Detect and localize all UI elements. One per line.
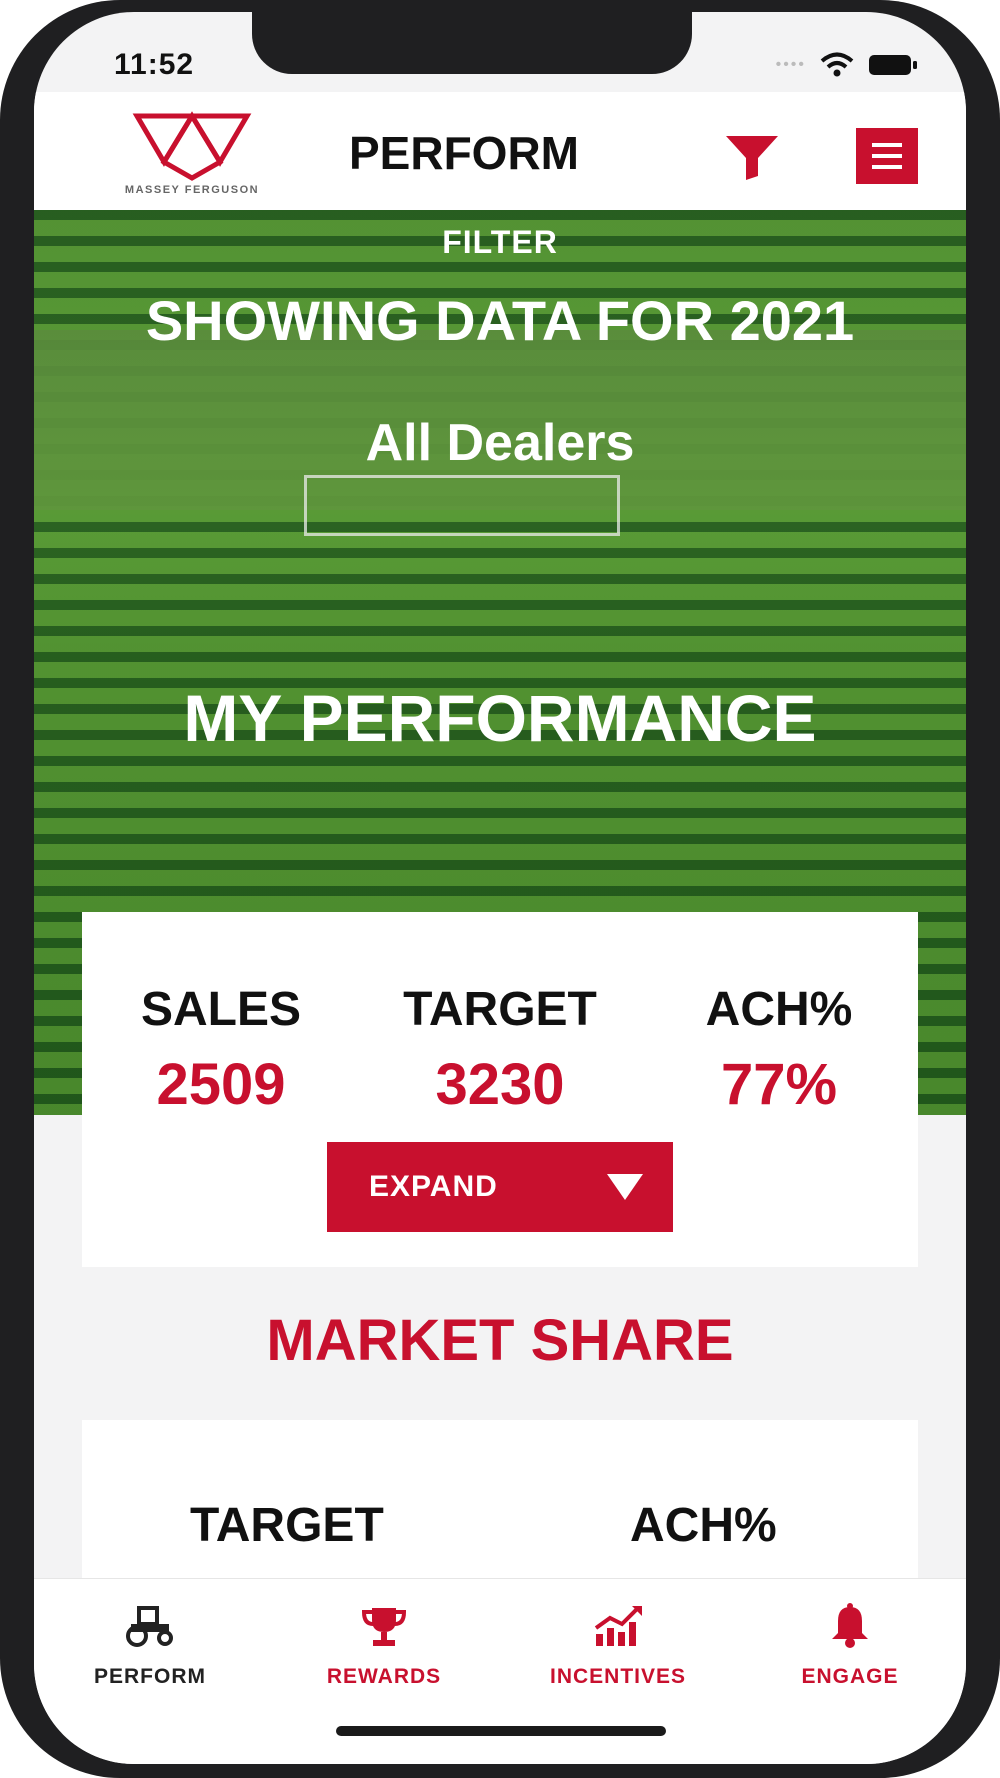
hamburger-line — [872, 154, 902, 158]
expand-button[interactable]: EXPAND — [327, 1142, 673, 1232]
tab-label: PERFORM — [94, 1665, 206, 1688]
stat-target: TARGET 3230 — [361, 982, 639, 1118]
tractor-icon — [126, 1606, 173, 1647]
stat-label: SALES — [140, 983, 302, 1036]
tab-incentives[interactable]: INCENTIVES — [518, 1601, 718, 1689]
trophy-icon — [361, 1608, 407, 1646]
chart-up-icon — [594, 1606, 642, 1646]
tab-label: ENGAGE — [801, 1665, 899, 1688]
tab-perform[interactable]: PERFORM — [50, 1601, 250, 1689]
market-share-ach-label: ACH% — [630, 1499, 777, 1552]
performance-card: SALES 2509 TARGET 3230 ACH% 77% EXPAND — [82, 912, 918, 1267]
tab-label: INCENTIVES — [549, 1665, 687, 1688]
funnel-icon — [726, 136, 778, 180]
filter-link[interactable]: FILTER — [34, 224, 966, 261]
hamburger-line — [872, 143, 902, 147]
status-time: 11:52 — [114, 48, 195, 81]
stat-value: 3230 — [435, 1052, 565, 1117]
home-indicator[interactable] — [336, 1726, 666, 1736]
tab-engage[interactable]: ENGAGE — [750, 1601, 950, 1689]
status-icons: •••• — [776, 52, 918, 78]
battery-icon — [869, 55, 917, 75]
phone-frame: 11:52 •••• MASSEY FERGUSON PERFORM FILTE… — [0, 0, 1000, 1778]
brand-logo: MASSEY FERGUSON — [92, 110, 292, 200]
my-performance-heading: MY PERFORMANCE — [183, 681, 817, 755]
app-screen: 11:52 •••• MASSEY FERGUSON PERFORM FILTE… — [34, 12, 966, 1764]
market-share-heading: MARKET SHARE — [266, 1308, 734, 1373]
stat-value: 77% — [720, 1052, 838, 1117]
stat-value: 2509 — [156, 1052, 286, 1117]
stat-label: ACH% — [705, 983, 853, 1036]
chevron-down-icon — [607, 1174, 643, 1200]
market-share-card: TARGET ACH% — [82, 1420, 918, 1600]
signal-dots-icon: •••• — [775, 56, 806, 73]
tab-rewards[interactable]: REWARDS — [284, 1601, 484, 1689]
notch — [252, 12, 692, 74]
hero-dealer-frame — [304, 475, 620, 536]
bell-icon — [832, 1603, 868, 1648]
menu-button[interactable] — [856, 128, 918, 184]
wifi-icon — [820, 52, 854, 77]
filter-button[interactable] — [722, 132, 782, 182]
hamburger-line — [872, 165, 902, 169]
market-share-target-label: TARGET — [190, 1499, 384, 1552]
bottom-tab-bar: PERFORM REWARDS INCENTIVES ENGAGE — [34, 1578, 966, 1764]
stat-label: TARGET — [403, 983, 597, 1036]
app-header: MASSEY FERGUSON PERFORM — [34, 92, 966, 210]
page-title: PERFORM — [349, 127, 579, 179]
showing-data-label: SHOWING DATA FOR 2021 — [145, 289, 855, 352]
logo-triangles-icon — [132, 111, 252, 181]
tab-label: REWARDS — [326, 1665, 442, 1688]
expand-label: EXPAND — [369, 1170, 498, 1203]
stat-achievement: ACH% 77% — [640, 982, 918, 1118]
stat-sales: SALES 2509 — [82, 982, 360, 1118]
logo-text: MASSEY FERGUSON — [124, 184, 260, 196]
dealer-selection[interactable]: All Dealers — [34, 413, 966, 473]
